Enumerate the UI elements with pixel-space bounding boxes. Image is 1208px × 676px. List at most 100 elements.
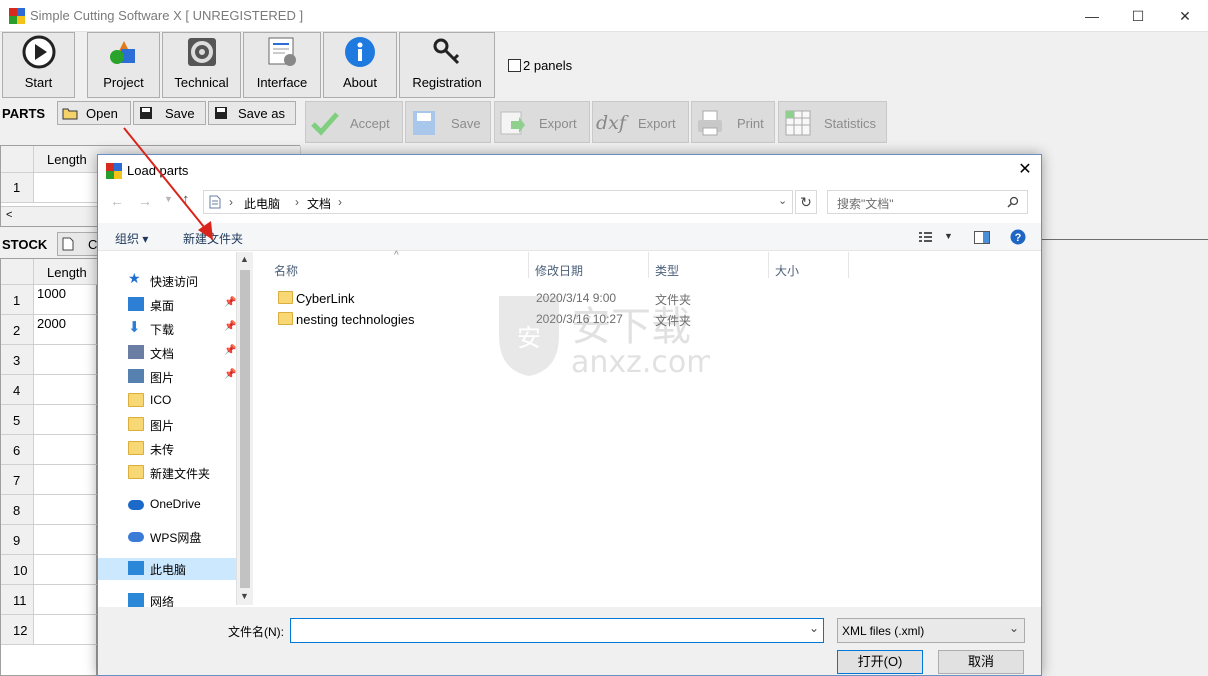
- nav-item[interactable]: 桌面 📌: [120, 294, 238, 316]
- nav-item[interactable]: 图片 📌: [120, 366, 238, 388]
- breadcrumb-this-pc[interactable]: 此电脑: [244, 195, 280, 212]
- help-icon[interactable]: ?: [1010, 229, 1026, 245]
- stock-cell-length[interactable]: 2000: [34, 315, 98, 345]
- column-size[interactable]: 大小: [775, 262, 799, 279]
- view-dropdown-icon[interactable]: ▼: [944, 231, 953, 241]
- close-button[interactable]: ✕: [1162, 0, 1208, 32]
- up-arrow-icon[interactable]: ↑: [182, 191, 190, 208]
- stock-cell-length[interactable]: [34, 465, 98, 495]
- scroll-up-icon[interactable]: ▲: [240, 254, 249, 264]
- stock-grid-corner: [1, 259, 34, 285]
- interface-button[interactable]: Interface: [243, 32, 321, 98]
- column-type[interactable]: 类型: [655, 262, 679, 279]
- stock-cell-length[interactable]: 1000: [34, 285, 98, 315]
- cancel-button[interactable]: 取消: [938, 650, 1024, 674]
- scroll-thumb[interactable]: [240, 270, 250, 588]
- filename-history-dropdown-icon[interactable]: ⌄: [809, 621, 819, 635]
- dialog-close-button[interactable]: ✕: [1009, 155, 1041, 185]
- open-button[interactable]: Open: [57, 101, 131, 125]
- export-dxf-label: Export: [638, 116, 676, 131]
- recent-locations-icon[interactable]: ▼: [164, 194, 173, 204]
- breadcrumb-separator-icon: ›: [295, 195, 299, 209]
- breadcrumb-documents[interactable]: 文档: [307, 195, 331, 212]
- address-bar[interactable]: › 此电脑 › 文档 › ⌄: [203, 190, 793, 214]
- print-button[interactable]: Print: [691, 101, 775, 143]
- column-date[interactable]: 修改日期: [535, 262, 583, 279]
- stock-cell-length[interactable]: [34, 405, 98, 435]
- nav-item[interactable]: ICO: [120, 390, 238, 412]
- nav-item[interactable]: WPS网盘: [120, 526, 238, 548]
- stock-cell-length[interactable]: [34, 435, 98, 465]
- organize-button[interactable]: 组织 ▾: [115, 230, 148, 247]
- search-input[interactable]: 搜索"文档": [827, 190, 1028, 214]
- export-dxf-button[interactable]: dxf Export: [592, 101, 689, 143]
- forward-arrow-icon[interactable]: →: [138, 193, 152, 209]
- project-button[interactable]: Project: [87, 32, 160, 98]
- view-options-icon[interactable]: [919, 231, 937, 243]
- filetype-select[interactable]: XML files (.xml) ⌄: [837, 618, 1025, 643]
- save-results-button[interactable]: Save: [405, 101, 491, 143]
- dialog-app-icon: [106, 163, 122, 179]
- scroll-left-icon[interactable]: <: [6, 209, 12, 221]
- start-button[interactable]: Start: [2, 32, 75, 98]
- printer-icon: [698, 110, 722, 136]
- stock-cell-length[interactable]: [34, 525, 98, 555]
- stock-row-number-label: 3: [13, 353, 21, 368]
- maximize-button[interactable]: ☐: [1115, 0, 1161, 32]
- stock-tab[interactable]: C: [57, 232, 102, 256]
- chevron-down-icon[interactable]: ⌄: [778, 194, 787, 207]
- scroll-down-icon[interactable]: ▼: [240, 591, 249, 601]
- nav-item[interactable]: OneDrive: [120, 494, 238, 516]
- stock-cell-length[interactable]: [34, 585, 98, 615]
- stock-grid[interactable]: Length 1 1000 2 2000 3 4 5 6 7 8 9 10 11 12: [0, 258, 98, 676]
- navigation-pane[interactable]: ★ 快速访问 桌面 📌 ⬇ 下载 📌 文档 📌 图片 📌 ICO 图片 未传 新建文件夹 OneDrive WP…: [98, 252, 254, 609]
- filename-input[interactable]: ⌄: [290, 618, 824, 643]
- preview-pane-icon[interactable]: [974, 231, 990, 244]
- stock-row-number-label: 6: [13, 443, 21, 458]
- nav-item[interactable]: 此电脑: [98, 558, 236, 580]
- nav-scrollbar[interactable]: ▲ ▼: [236, 252, 253, 605]
- save-button[interactable]: Save: [133, 101, 206, 125]
- project-icon: [109, 41, 135, 64]
- two-panels-checkbox[interactable]: [508, 59, 521, 72]
- nav-item[interactable]: 未传: [120, 438, 238, 460]
- filetype-value: XML files (.xml): [842, 624, 925, 638]
- statistics-button[interactable]: Statistics: [778, 101, 887, 143]
- document-location-icon: [209, 195, 221, 209]
- accept-button[interactable]: Accept: [305, 101, 403, 143]
- filetype-chevron-icon[interactable]: ⌄: [1009, 621, 1019, 635]
- nav-item[interactable]: ⬇ 下载 📌: [120, 318, 238, 340]
- info-icon: [345, 37, 375, 67]
- about-label: About: [343, 75, 377, 90]
- stock-cell-length[interactable]: [34, 375, 98, 405]
- export-button[interactable]: Export: [494, 101, 590, 143]
- column-separator[interactable]: [528, 252, 529, 278]
- open-file-button[interactable]: 打开(O): [837, 650, 923, 674]
- stock-cell-length[interactable]: [34, 555, 98, 585]
- stock-cell-length[interactable]: [34, 345, 98, 375]
- minimize-button[interactable]: —: [1069, 0, 1115, 32]
- stock-row-number: 5: [1, 405, 34, 435]
- new-folder-button[interactable]: 新建文件夹: [183, 230, 243, 247]
- export-label: Export: [539, 116, 577, 131]
- load-parts-dialog: Load parts ✕ ← → ▼ ↑ › 此电脑 › 文档 › ⌄ ↻ 搜索…: [97, 154, 1042, 676]
- save-as-button[interactable]: Save as: [208, 101, 296, 125]
- column-separator[interactable]: [848, 252, 849, 278]
- column-separator[interactable]: [768, 252, 769, 278]
- stock-cell-length[interactable]: [34, 615, 98, 645]
- nav-item[interactable]: ★ 快速访问: [120, 270, 238, 292]
- back-arrow-icon[interactable]: ←: [110, 193, 124, 209]
- column-name[interactable]: 名称: [274, 262, 298, 279]
- stock-row-number: 3: [1, 345, 34, 375]
- column-separator[interactable]: [648, 252, 649, 278]
- interface-label: Interface: [256, 75, 308, 90]
- about-button[interactable]: About: [323, 32, 397, 98]
- nav-item[interactable]: 文档 📌: [120, 342, 238, 364]
- stock-cell-length[interactable]: [34, 495, 98, 525]
- technical-button[interactable]: Technical: [162, 32, 241, 98]
- watermark-text: anxz.com: [571, 345, 710, 380]
- nav-item[interactable]: 图片: [120, 414, 238, 436]
- nav-item[interactable]: 新建文件夹: [120, 462, 238, 484]
- registration-button[interactable]: Registration: [399, 32, 495, 98]
- refresh-icon[interactable]: ↻: [795, 190, 817, 214]
